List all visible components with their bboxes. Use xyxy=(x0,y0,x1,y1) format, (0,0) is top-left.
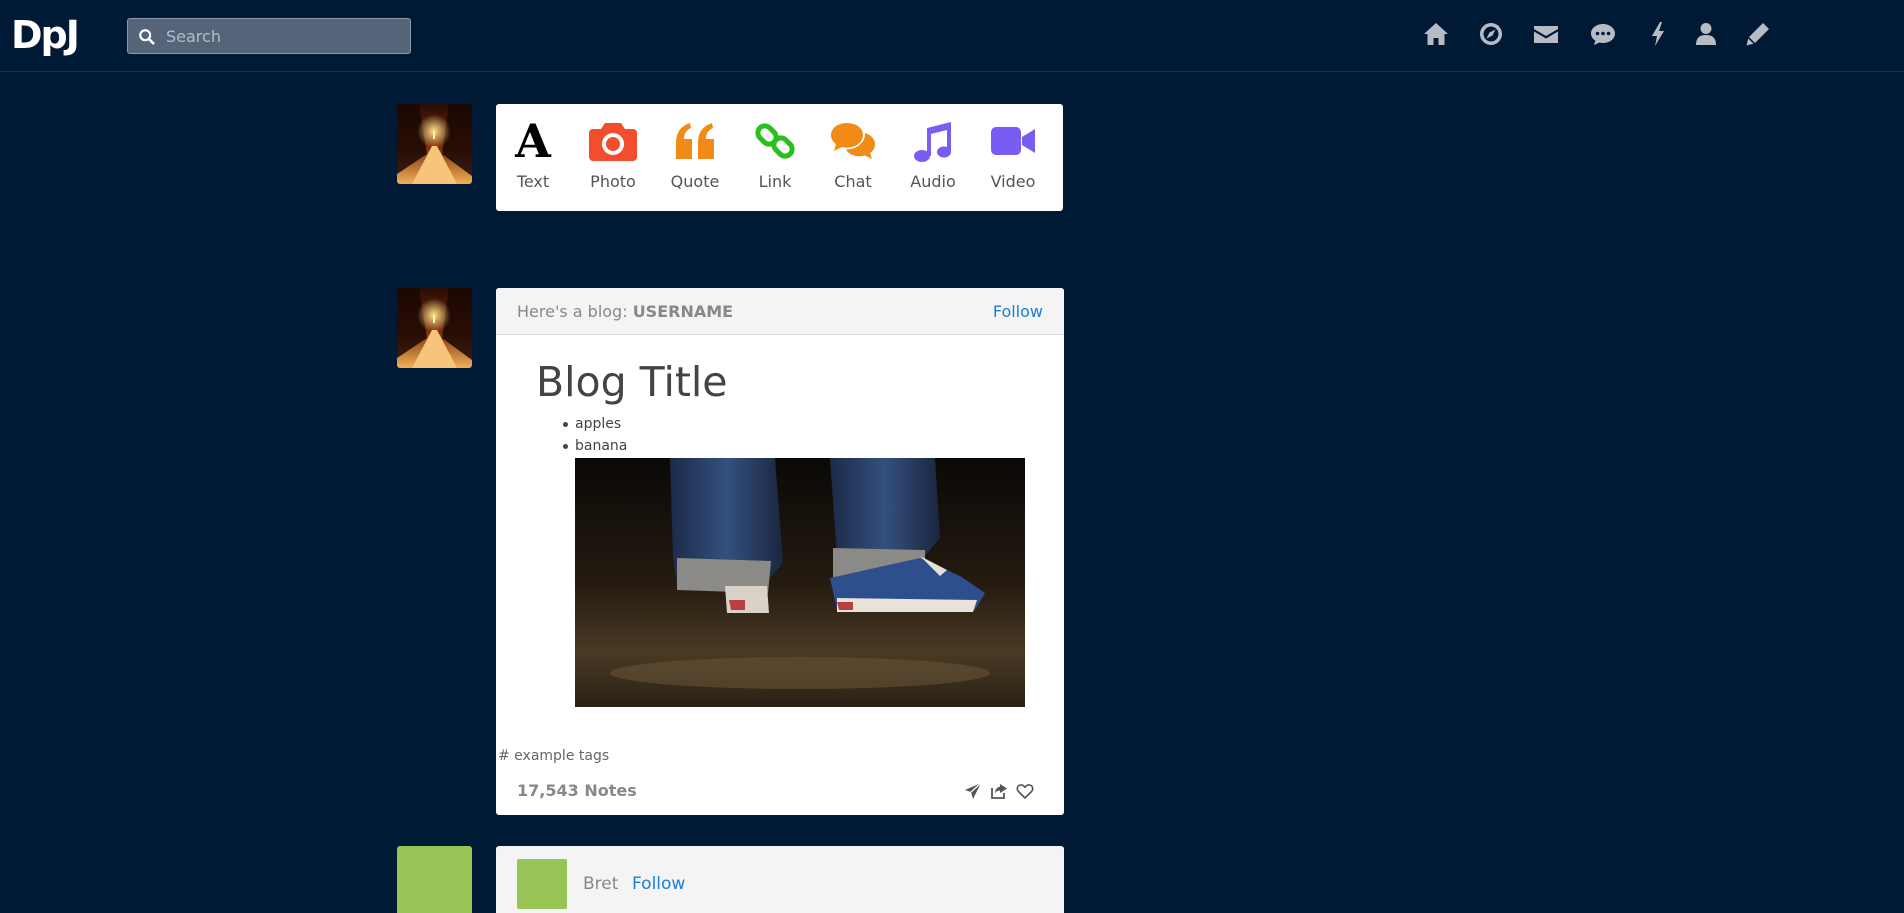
post-type-label: Audio xyxy=(910,172,956,191)
post-type-label: Video xyxy=(990,172,1036,191)
text-icon: A xyxy=(515,114,551,168)
chat-icon xyxy=(818,118,888,164)
author-prefix: Here's a blog: xyxy=(517,302,628,321)
app-logo[interactable]: DpJ xyxy=(11,13,80,57)
post2-mini-avatar[interactable] xyxy=(517,859,567,909)
music-icon xyxy=(898,118,968,164)
post-type-video[interactable]: Video xyxy=(978,118,1048,191)
post2-author-name[interactable]: Bret xyxy=(583,874,618,894)
search-icon xyxy=(138,28,156,46)
video-camera-icon xyxy=(978,118,1048,164)
post-type-label: Chat xyxy=(834,172,872,191)
quote-icon xyxy=(660,118,730,164)
post-list: apples banana xyxy=(562,413,627,457)
post-type-audio[interactable]: Audio xyxy=(898,118,968,191)
post2-author-avatar[interactable] xyxy=(397,846,472,913)
heart-icon[interactable] xyxy=(1016,782,1034,800)
post-photo xyxy=(575,458,1025,707)
post-type-label: Quote xyxy=(670,172,720,191)
post-type-text[interactable]: A Text xyxy=(498,118,568,191)
search-input[interactable] xyxy=(166,19,406,53)
blog-post-card: Here's a blog: USERNAME Follow Blog Titl… xyxy=(496,288,1064,815)
post-type-quote[interactable]: Quote xyxy=(660,118,730,191)
post-title: Blog Title xyxy=(536,358,728,406)
list-item: apples xyxy=(562,413,627,435)
post-author-avatar[interactable] xyxy=(397,288,472,368)
send-icon[interactable] xyxy=(964,782,982,800)
share-icon[interactable] xyxy=(990,782,1008,800)
list-item: banana xyxy=(562,435,627,457)
lightning-icon[interactable] xyxy=(1644,20,1676,52)
post-actions xyxy=(964,782,1040,800)
search-box[interactable] xyxy=(127,18,411,54)
post-author: Here's a blog: USERNAME xyxy=(517,302,733,321)
post-type-photo[interactable]: Photo xyxy=(578,118,648,191)
post2-follow-button[interactable]: Follow xyxy=(632,874,685,894)
author-username[interactable]: USERNAME xyxy=(633,302,733,321)
top-bar: DpJ xyxy=(0,0,1904,72)
home-icon[interactable] xyxy=(1422,20,1454,52)
post-type-composer: A Text Photo Quote Link Chat Audio Video xyxy=(496,104,1063,211)
post-type-link[interactable]: Link xyxy=(740,118,810,191)
post-type-chat[interactable]: Chat xyxy=(818,118,888,191)
pencil-icon[interactable] xyxy=(1744,20,1776,52)
blog-post-card-2: Bret Follow xyxy=(496,846,1064,913)
chat-bubble-icon[interactable] xyxy=(1589,20,1621,52)
follow-button[interactable]: Follow xyxy=(993,302,1043,321)
link-icon xyxy=(740,118,810,164)
post-header: Here's a blog: USERNAME Follow xyxy=(496,288,1064,335)
post-type-label: Photo xyxy=(590,172,636,191)
user-icon[interactable] xyxy=(1692,20,1724,52)
envelope-icon[interactable] xyxy=(1532,20,1564,52)
user-avatar[interactable] xyxy=(397,104,472,184)
post-type-label: Link xyxy=(758,172,792,191)
compass-icon[interactable] xyxy=(1477,20,1509,52)
post-tags[interactable]: # example tags xyxy=(498,748,609,764)
post-type-label: Text xyxy=(516,172,550,191)
camera-icon xyxy=(578,118,648,164)
notes-count[interactable]: 17,543 Notes xyxy=(517,781,637,800)
